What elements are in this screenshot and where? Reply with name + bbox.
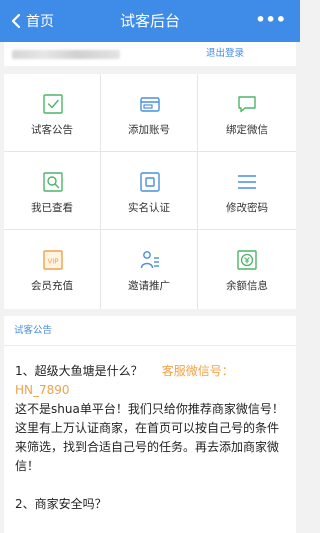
check-square-icon xyxy=(43,94,63,114)
menu-item-label: 添加账号 xyxy=(128,124,170,136)
card-icon xyxy=(140,97,160,112)
menu-item-label: 试客公告 xyxy=(31,124,73,136)
search-icon xyxy=(43,172,63,192)
masked-username xyxy=(12,50,120,59)
notice-section-header: 试客公告 xyxy=(4,316,296,346)
function-menu-grid: 试客公告 添加账号 绑定微信 我已查看 实名认证 修改密码 VIP 会员充值 邀… xyxy=(4,74,296,309)
menu-item-verify[interactable]: 实名认证 xyxy=(101,152,198,230)
menu-item-label: 我已查看 xyxy=(31,202,73,214)
menu-item-label: 会员充值 xyxy=(31,280,73,292)
menu-item-change-password[interactable]: 修改密码 xyxy=(198,152,296,230)
logout-link[interactable]: 退出登录 xyxy=(206,42,244,66)
notice-question-1: 1、超级大鱼塘是什么？ 客服微信号： HN_7890 xyxy=(15,362,286,400)
menu-item-bind-wechat[interactable]: 绑定微信 xyxy=(198,74,296,152)
id-square-icon xyxy=(140,172,160,192)
invite-icon xyxy=(140,251,159,269)
more-menu-button[interactable]: ••• xyxy=(255,0,286,42)
menu-item-invite[interactable]: 邀请推广 xyxy=(101,230,198,309)
lines-icon xyxy=(238,175,256,189)
menu-item-vip-recharge[interactable]: VIP 会员充值 xyxy=(4,230,101,309)
vip-icon: VIP xyxy=(43,250,63,270)
svg-text:VIP: VIP xyxy=(47,258,58,266)
back-button[interactable]: 首页 xyxy=(8,0,54,42)
menu-item-label: 修改密码 xyxy=(226,202,268,214)
menu-item-balance[interactable]: 余额信息 xyxy=(198,230,296,309)
question-1-answer: 这不是shua单平台！我们只给你推荐商家微信号！这里有上万认证商家，在首页可以按… xyxy=(15,402,284,473)
menu-item-label: 实名认证 xyxy=(128,202,170,214)
back-label: 首页 xyxy=(26,14,54,30)
menu-item-add-account[interactable]: 添加账号 xyxy=(101,74,198,152)
question-1-title: 1、超级大鱼塘是什么？ xyxy=(15,364,143,378)
menu-item-viewed[interactable]: 我已查看 xyxy=(4,152,101,230)
menu-item-notice[interactable]: 试客公告 xyxy=(4,74,101,152)
service-wechat-label: 客服微信号： xyxy=(161,364,234,378)
chevron-left-icon xyxy=(11,13,21,29)
chat-bubble-icon xyxy=(238,96,256,113)
service-wechat-id: HN_7890 xyxy=(15,383,70,397)
notice-content: 1、超级大鱼塘是什么？ 客服微信号： HN_7890 这不是shua单平台！我们… xyxy=(4,346,296,533)
menu-item-label: 余额信息 xyxy=(226,280,268,292)
top-nav-bar: 首页 试客后台 ••• xyxy=(0,0,300,42)
menu-item-label: 绑定微信 xyxy=(226,124,268,136)
user-bar: 退出登录 xyxy=(4,42,296,66)
balance-icon xyxy=(237,250,257,270)
menu-item-label: 邀请推广 xyxy=(128,280,170,292)
notice-heading: 试客公告 xyxy=(14,325,53,336)
question-2-title: 2、商家安全吗？ xyxy=(15,497,107,511)
